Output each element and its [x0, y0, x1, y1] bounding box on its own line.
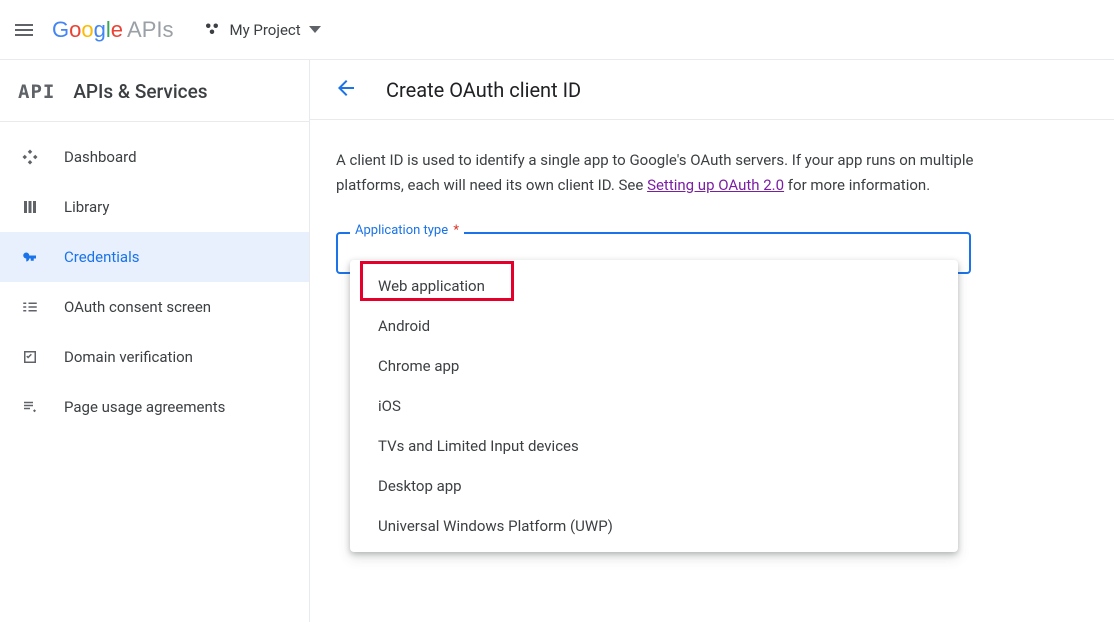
- option-android[interactable]: Android: [350, 306, 958, 346]
- field-label: Application type *: [350, 223, 464, 238]
- top-bar: Google APIs My Project: [0, 0, 1114, 60]
- sidebar-item-domain-verification[interactable]: Domain verification: [0, 332, 309, 382]
- sidebar-item-label: Domain verification: [64, 348, 193, 366]
- option-chrome-app[interactable]: Chrome app: [350, 346, 958, 386]
- option-web-application[interactable]: Web application: [350, 266, 958, 306]
- sidebar-item-dashboard[interactable]: Dashboard: [0, 132, 309, 182]
- application-type-field: Application type * Web application Andro…: [336, 232, 1004, 274]
- main-header: Create OAuth client ID: [310, 60, 1114, 120]
- sidebar-item-credentials[interactable]: Credentials: [0, 232, 309, 282]
- sidebar-item-label: Library: [64, 198, 109, 216]
- google-apis-logo[interactable]: Google APIs: [52, 17, 173, 43]
- required-mark: *: [453, 223, 459, 238]
- library-icon: [18, 198, 42, 216]
- menu-icon[interactable]: [12, 18, 36, 42]
- agreement-icon: [18, 398, 42, 416]
- description-post: for more information.: [784, 176, 930, 194]
- sidebar-item-label: OAuth consent screen: [64, 298, 211, 316]
- main-content: Create OAuth client ID A client ID is us…: [310, 60, 1114, 622]
- shell: API APIs & Services Dashboard Library: [0, 60, 1114, 622]
- sidebar-item-oauth-consent[interactable]: OAuth consent screen: [0, 282, 309, 332]
- api-badge-icon: API: [18, 81, 55, 103]
- option-label: iOS: [378, 397, 401, 415]
- application-type-dropdown: Web application Android Chrome app iOS T…: [350, 260, 958, 552]
- option-tvs-limited-input[interactable]: TVs and Limited Input devices: [350, 426, 958, 466]
- field-label-text: Application type: [355, 223, 448, 238]
- sidebar-item-label: Credentials: [64, 248, 139, 266]
- sidebar-nav: Dashboard Library Credentials OAuth cons…: [0, 122, 309, 432]
- sidebar-section-title: APIs & Services: [73, 80, 207, 103]
- sidebar-item-library[interactable]: Library: [0, 182, 309, 232]
- option-label: Universal Windows Platform (UWP): [378, 517, 613, 535]
- sidebar-item-label: Page usage agreements: [64, 398, 225, 416]
- chevron-down-icon: [309, 26, 321, 33]
- dashboard-icon: [18, 148, 42, 166]
- sidebar: API APIs & Services Dashboard Library: [0, 60, 310, 622]
- option-ios[interactable]: iOS: [350, 386, 958, 426]
- oauth-setup-link[interactable]: Setting up OAuth 2.0: [647, 176, 784, 194]
- back-arrow-icon[interactable]: [334, 76, 358, 104]
- logo-apis-text: APIs: [127, 17, 173, 43]
- sidebar-item-label: Dashboard: [64, 148, 137, 166]
- content-area: A client ID is used to identify a single…: [310, 120, 1030, 302]
- option-label: Desktop app: [378, 477, 462, 495]
- consent-icon: [18, 298, 42, 316]
- option-uwp[interactable]: Universal Windows Platform (UWP): [350, 506, 958, 546]
- project-picker[interactable]: My Project: [195, 15, 328, 45]
- project-dots-icon: [203, 19, 221, 41]
- sidebar-section-header: API APIs & Services: [0, 60, 309, 122]
- page-title: Create OAuth client ID: [386, 78, 581, 102]
- option-label: Chrome app: [378, 357, 459, 375]
- description-text: A client ID is used to identify a single…: [336, 148, 1004, 198]
- option-label: TVs and Limited Input devices: [378, 437, 579, 455]
- key-icon: [18, 248, 42, 266]
- option-label: Web application: [378, 277, 485, 295]
- project-name: My Project: [229, 21, 300, 39]
- option-desktop-app[interactable]: Desktop app: [350, 466, 958, 506]
- option-label: Android: [378, 317, 430, 335]
- check-box-icon: [18, 348, 42, 366]
- sidebar-item-page-usage[interactable]: Page usage agreements: [0, 382, 309, 432]
